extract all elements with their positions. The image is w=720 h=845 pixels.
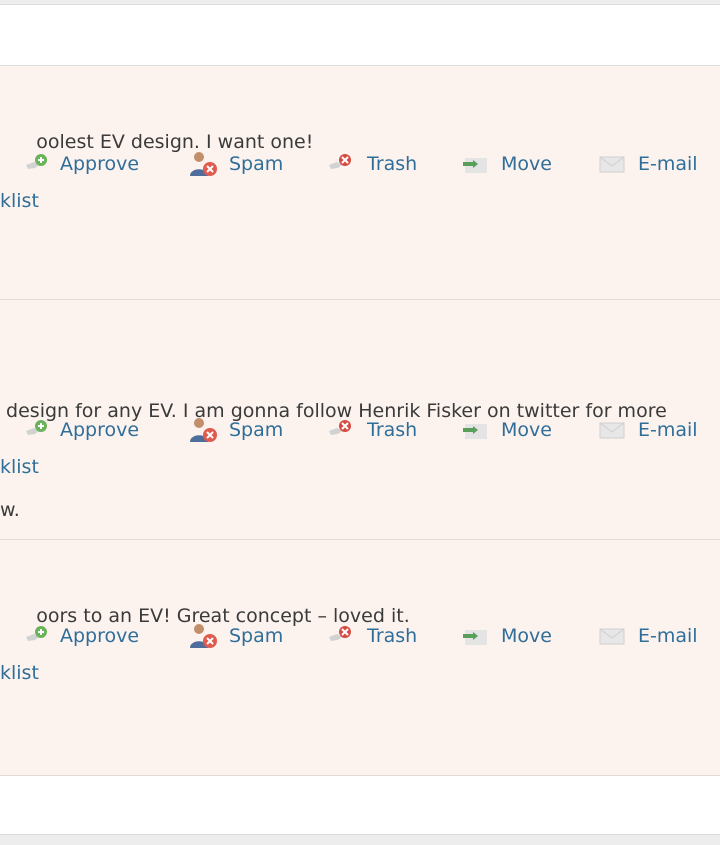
blacklist-link[interactable]: klist: [0, 456, 39, 478]
email-label: E-mail: [638, 419, 698, 441]
email-label: E-mail: [638, 153, 698, 175]
approve-label: Approve: [60, 153, 140, 175]
approve-icon: [26, 420, 47, 435]
move-icon: [463, 158, 487, 173]
comment-actions: Approve Spam Trash Move E-mail: [0, 149, 720, 179]
approve-button[interactable]: Approve: [24, 621, 139, 651]
bottom-divider: [0, 835, 720, 845]
approve-icon: [26, 154, 47, 169]
move-button[interactable]: Move: [461, 149, 552, 179]
blacklist-link[interactable]: klist: [0, 662, 39, 684]
email-button[interactable]: E-mail: [598, 149, 698, 179]
email-icon: [599, 422, 625, 439]
comment-text-line: w.: [0, 499, 20, 521]
email-button[interactable]: E-mail: [598, 621, 698, 651]
comment-text: oors to an EV! Great concept – loved it.: [0, 567, 409, 666]
comment-row: design for any EV. I am gonna follow Hen…: [0, 300, 720, 540]
approve-label: Approve: [60, 419, 140, 441]
spam-button[interactable]: Spam: [189, 621, 283, 651]
trash-icon: [329, 154, 351, 169]
comment-actions: Approve Spam Trash Move E-mail: [0, 621, 720, 651]
spam-user-icon: [190, 418, 217, 442]
move-label: Move: [501, 419, 552, 441]
trash-button[interactable]: Trash: [327, 149, 417, 179]
comments-list: oolest EV design. I want one! Approve Sp: [0, 66, 720, 776]
move-label: Move: [501, 153, 552, 175]
email-button[interactable]: E-mail: [598, 415, 698, 445]
spam-label: Spam: [229, 419, 284, 441]
comment-row: oolest EV design. I want one! Approve Sp: [0, 66, 720, 300]
blacklist-link[interactable]: klist: [0, 190, 39, 212]
spam-user-icon: [190, 624, 217, 648]
trash-button[interactable]: Trash: [327, 415, 417, 445]
move-label: Move: [501, 625, 552, 647]
trash-label: Trash: [367, 153, 418, 175]
spam-label: Spam: [229, 625, 284, 647]
approve-icon: [26, 626, 47, 641]
email-icon: [599, 628, 625, 645]
trash-icon: [329, 420, 351, 435]
email-label: E-mail: [638, 625, 698, 647]
trash-label: Trash: [367, 625, 418, 647]
approve-button[interactable]: Approve: [24, 415, 139, 445]
comment-actions: Approve Spam Trash Move E-mail: [0, 415, 720, 445]
trash-icon: [329, 626, 351, 641]
move-button[interactable]: Move: [461, 415, 552, 445]
comment-row: oors to an EV! Great concept – loved it.…: [0, 540, 720, 776]
spam-label: Spam: [229, 153, 284, 175]
move-icon: [463, 630, 487, 645]
spam-user-icon: [190, 152, 217, 176]
trash-label: Trash: [367, 419, 418, 441]
spam-button[interactable]: Spam: [189, 415, 283, 445]
approve-label: Approve: [60, 625, 140, 647]
spam-button[interactable]: Spam: [189, 149, 283, 179]
comments-list-header: [0, 4, 720, 66]
move-icon: [463, 424, 487, 439]
top-divider: [0, 0, 720, 3]
comments-list-footer: [0, 776, 720, 835]
approve-button[interactable]: Approve: [24, 149, 139, 179]
trash-button[interactable]: Trash: [327, 621, 417, 651]
email-icon: [599, 156, 625, 173]
move-button[interactable]: Move: [461, 621, 552, 651]
